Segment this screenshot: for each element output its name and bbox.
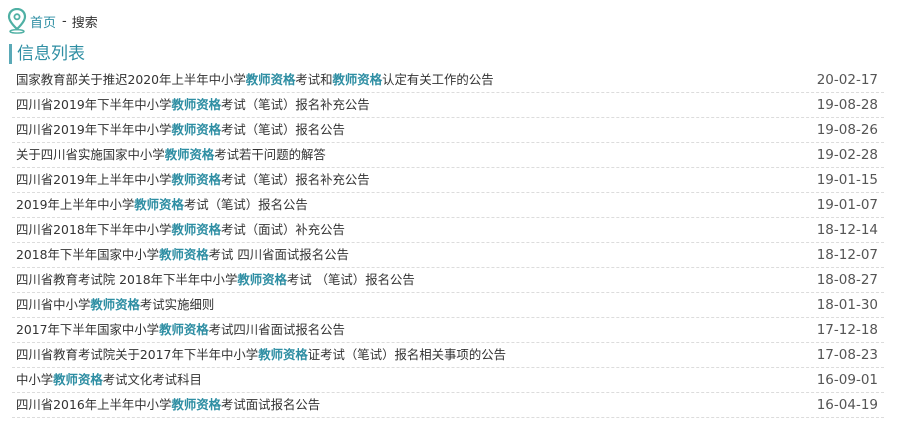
title-text: 中小学: [16, 372, 54, 387]
news-date: 16-04-19: [816, 397, 878, 413]
news-item[interactable]: 中小学教师资格考试文化考试科目 16-09-01: [12, 368, 884, 393]
news-title-link[interactable]: 四川省教育考试院关于2017年下半年中小学教师资格证考试（笔试）报名相关事项的公…: [16, 343, 506, 367]
title-text: 考试 （笔试）报名公告: [286, 272, 415, 287]
news-date: 19-01-07: [816, 197, 878, 213]
title-text: 考试面试报名公告: [221, 397, 321, 412]
news-item[interactable]: 国家教育部关于推迟2020年上半年中小学教师资格考试和教师资格认定有关工作的公告…: [12, 68, 884, 93]
title-text: 考试若干问题的解答: [214, 147, 326, 162]
news-date: 20-02-17: [816, 72, 878, 88]
news-item[interactable]: 四川省中小学教师资格考试实施细则 18-01-30: [12, 293, 884, 318]
title-text: 考试（笔试）报名公告: [221, 122, 345, 137]
title-text: 四川省2019年下半年中小学: [16, 97, 172, 112]
title-text: 考试（笔试）报名补充公告: [221, 97, 370, 112]
news-item[interactable]: 四川省2016年上半年中小学教师资格考试面试报名公告 16-04-19: [12, 393, 884, 418]
title-text: 考试和: [295, 72, 333, 87]
title-text: 四川省2016年上半年中小学: [16, 397, 172, 412]
title-text: 2017年下半年国家中小学: [16, 322, 160, 337]
news-date: 19-02-28: [816, 147, 878, 163]
news-title-link[interactable]: 2019年上半年中小学教师资格考试（笔试）报名公告: [16, 193, 308, 217]
breadcrumb-separator: -: [62, 13, 67, 29]
news-item[interactable]: 四川省教育考试院 2018年下半年中小学教师资格考试 （笔试）报名公告 18-08…: [12, 268, 884, 293]
title-text: 四川省2019年上半年中小学: [16, 172, 172, 187]
keyword-highlight: 教师资格: [90, 297, 140, 312]
news-title-link[interactable]: 四川省2019年上半年中小学教师资格考试（笔试）报名补充公告: [16, 168, 370, 192]
news-title-link[interactable]: 四川省2016年上半年中小学教师资格考试面试报名公告: [16, 393, 320, 417]
news-title-link[interactable]: 四川省2018年下半年中小学教师资格考试（面试）补充公告: [16, 218, 345, 242]
title-text: 考试实施细则: [139, 297, 215, 312]
news-date: 19-01-15: [816, 172, 878, 188]
title-text: 考试（笔试）报名补充公告: [221, 172, 370, 187]
news-title-link[interactable]: 关于四川省实施国家中小学教师资格考试若干问题的解答: [16, 143, 326, 167]
keyword-highlight: 教师资格: [134, 197, 184, 212]
news-date: 17-12-18: [816, 322, 878, 338]
title-text: 2018年下半年国家中小学: [16, 247, 160, 262]
news-item[interactable]: 四川省教育考试院关于2017年下半年中小学教师资格证考试（笔试）报名相关事项的公…: [12, 343, 884, 368]
news-title-link[interactable]: 四川省教育考试院 2018年下半年中小学教师资格考试 （笔试）报名公告: [16, 268, 415, 292]
news-item[interactable]: 四川省2019年上半年中小学教师资格考试（笔试）报名补充公告 19-01-15: [12, 168, 884, 193]
title-text: 考试（面试）补充公告: [221, 222, 345, 237]
news-title-link[interactable]: 中小学教师资格考试文化考试科目: [16, 368, 202, 392]
title-text: 证考试（笔试）报名相关事项的公告: [307, 347, 506, 362]
keyword-highlight: 教师资格: [171, 397, 222, 412]
title-text: 四川省教育考试院关于2017年下半年中小学: [16, 347, 259, 362]
title-text: 四川省2018年下半年中小学: [16, 222, 172, 237]
breadcrumb-home-link[interactable]: 首页: [30, 12, 56, 31]
title-text: 认定有关工作的公告: [382, 72, 494, 87]
news-date: 17-08-23: [816, 347, 878, 363]
keyword-highlight: 教师资格: [159, 247, 209, 262]
breadcrumb: 首页 - 搜索: [7, 8, 98, 34]
title-text: 2019年上半年中小学: [16, 197, 135, 212]
news-item[interactable]: 四川省2019年下半年中小学教师资格考试（笔试）报名公告 19-08-26: [12, 118, 884, 143]
keyword-highlight: 教师资格: [53, 372, 103, 387]
news-item[interactable]: 2017年下半年国家中小学教师资格考试四川省面试报名公告 17-12-18: [12, 318, 884, 343]
news-date: 18-12-14: [816, 222, 878, 238]
news-date: 18-08-27: [816, 272, 878, 288]
keyword-highlight: 教师资格: [332, 72, 383, 87]
news-title-link[interactable]: 国家教育部关于推迟2020年上半年中小学教师资格考试和教师资格认定有关工作的公告: [16, 68, 494, 92]
section-title: 信息列表: [9, 44, 85, 64]
news-item[interactable]: 2019年上半年中小学教师资格考试（笔试）报名公告 19-01-07: [12, 193, 884, 218]
keyword-highlight: 教师资格: [245, 72, 296, 87]
title-text: 考试文化考试科目: [102, 372, 202, 387]
title-text: 关于四川省实施国家中小学: [16, 147, 165, 162]
news-item[interactable]: 关于四川省实施国家中小学教师资格考试若干问题的解答 19-02-28: [12, 143, 884, 168]
news-item[interactable]: 2018年下半年国家中小学教师资格考试 四川省面试报名公告 18-12-07: [12, 243, 884, 268]
keyword-highlight: 教师资格: [237, 272, 287, 287]
keyword-highlight: 教师资格: [164, 147, 215, 162]
keyword-highlight: 教师资格: [258, 347, 308, 362]
news-list: 国家教育部关于推迟2020年上半年中小学教师资格考试和教师资格认定有关工作的公告…: [12, 68, 884, 418]
news-title-link[interactable]: 四川省中小学教师资格考试实施细则: [16, 293, 214, 317]
title-text: 考试四川省面试报名公告: [208, 322, 345, 337]
news-title-link[interactable]: 四川省2019年下半年中小学教师资格考试（笔试）报名补充公告: [16, 93, 370, 117]
title-text: 国家教育部关于推迟2020年上半年中小学: [16, 72, 246, 87]
keyword-highlight: 教师资格: [171, 122, 222, 137]
title-text: 考试 四川省面试报名公告: [208, 247, 349, 262]
title-text: 四川省教育考试院 2018年下半年中小学: [16, 272, 238, 287]
keyword-highlight: 教师资格: [171, 172, 222, 187]
news-title-link[interactable]: 四川省2019年下半年中小学教师资格考试（笔试）报名公告: [16, 118, 345, 142]
breadcrumb-current: 搜索: [71, 15, 98, 31]
title-text: 四川省2019年下半年中小学: [16, 122, 172, 137]
title-text: 考试（笔试）报名公告: [183, 197, 308, 212]
title-text: 四川省中小学: [16, 297, 91, 312]
news-date: 19-08-28: [816, 97, 878, 113]
news-date: 18-12-07: [816, 247, 878, 263]
news-item[interactable]: 四川省2019年下半年中小学教师资格考试（笔试）报名补充公告 19-08-28: [12, 93, 884, 118]
map-pin-icon: [7, 8, 27, 34]
news-date: 19-08-26: [816, 122, 878, 138]
keyword-highlight: 教师资格: [171, 222, 222, 237]
keyword-highlight: 教师资格: [159, 322, 209, 337]
keyword-highlight: 教师资格: [171, 97, 222, 112]
news-title-link[interactable]: 2018年下半年国家中小学教师资格考试 四川省面试报名公告: [16, 243, 349, 267]
news-date: 18-01-30: [816, 297, 878, 313]
news-title-link[interactable]: 2017年下半年国家中小学教师资格考试四川省面试报名公告: [16, 318, 345, 342]
news-item[interactable]: 四川省2018年下半年中小学教师资格考试（面试）补充公告 18-12-14: [12, 218, 884, 243]
news-date: 16-09-01: [816, 372, 878, 388]
